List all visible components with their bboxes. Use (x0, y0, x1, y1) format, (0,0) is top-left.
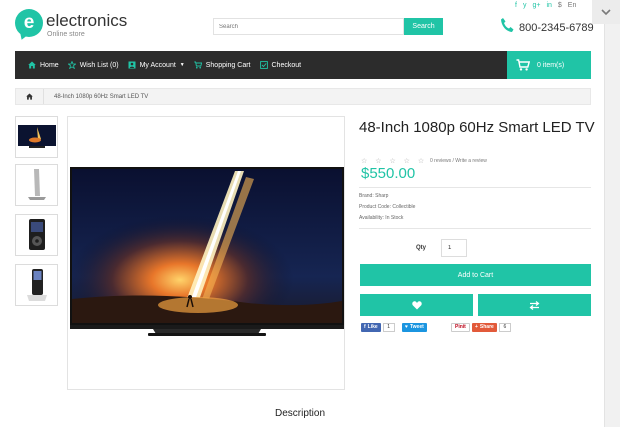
twitter-icon[interactable]: y (523, 2, 527, 9)
thumbnail-ipod[interactable] (15, 214, 58, 256)
language-select[interactable]: En (568, 2, 577, 9)
nav-home-label: Home (40, 61, 59, 69)
heart-icon (411, 300, 422, 309)
logo-tagline: Online store (47, 31, 85, 38)
exchange-icon (529, 300, 540, 310)
divider (359, 187, 591, 188)
facebook-like-button[interactable]: f Like (361, 322, 381, 332)
share-count: 6 (498, 322, 511, 332)
tweet-button[interactable]: ♥ Tweet (402, 322, 427, 332)
divider (359, 228, 591, 229)
main-navbar: Home Wish List (0) My Account ▼ Shopping… (15, 51, 591, 79)
product-availability: Availability: In Stock (359, 215, 404, 221)
product-brand: Brand: Sharp (359, 193, 389, 199)
cart-icon (516, 59, 530, 71)
thumbnail-tv-front[interactable] (15, 116, 58, 158)
linkedin-icon[interactable]: in (546, 2, 551, 9)
site-header: e electronics Online store Search f y g+… (0, 0, 604, 50)
tv-side-thumbnail-image (27, 169, 46, 200)
pinterest-button[interactable]: Pinit (451, 322, 470, 332)
cart-icon (194, 61, 202, 69)
share-widget[interactable]: + Share 6 (472, 322, 511, 332)
search-input[interactable] (213, 18, 404, 35)
star-icon (67, 61, 76, 69)
user-icon (128, 61, 136, 69)
reviews-link[interactable]: 0 reviews / Write a review (430, 158, 487, 164)
header-cart-button[interactable]: 0 item(s) (507, 51, 591, 79)
logo-letter: e (23, 12, 35, 33)
cart-item-count: 0 item(s) (537, 61, 565, 69)
ipod-dock-thumbnail-image (26, 269, 47, 301)
tweet-label: Tweet (409, 324, 424, 330)
tweet-widget[interactable]: ♥ Tweet (402, 322, 427, 332)
phone-number[interactable]: 800-2345-6789 (519, 22, 594, 34)
facebook-like-label: Like (367, 324, 378, 330)
nav-wishlist[interactable]: Wish List (0) (67, 61, 119, 69)
facebook-icon[interactable]: f (515, 2, 517, 9)
nav-checkout[interactable]: Checkout (259, 61, 302, 69)
twitter-icon: ♥ (405, 324, 408, 330)
share-label: Share (479, 324, 494, 330)
checkout-icon (259, 61, 268, 69)
pinterest-label: Pinit (455, 324, 466, 330)
home-icon (28, 61, 36, 69)
nav-shopping-cart-label: Shopping Cart (205, 61, 251, 69)
caret-down-icon: ▼ (179, 62, 185, 68)
breadcrumb-current[interactable]: 48-Inch 1080p 60Hz Smart LED TV (44, 94, 148, 100)
main-product-image[interactable] (67, 116, 345, 390)
share-icon: + (475, 324, 478, 330)
nav-checkout-label: Checkout (271, 61, 302, 69)
nav-wishlist-label: Wish List (0) (79, 61, 119, 69)
breadcrumb-home[interactable] (16, 89, 44, 104)
breadcrumb: 48-Inch 1080p 60Hz Smart LED TV (15, 88, 591, 105)
currency-select[interactable]: $ (558, 2, 562, 9)
product-code: Product Code: Collectible (359, 204, 416, 210)
facebook-icon: f (364, 324, 366, 330)
quantity-input[interactable] (441, 239, 467, 257)
nav-home[interactable]: Home (28, 61, 59, 69)
ipod-thumbnail-image (28, 219, 45, 250)
facebook-like-count: 1 (382, 322, 395, 332)
logo-name[interactable]: electronics (46, 11, 127, 31)
google-plus-icon[interactable]: g+ (532, 2, 540, 9)
thumbnail-tv-side[interactable] (15, 164, 58, 206)
nav-shopping-cart[interactable]: Shopping Cart (194, 61, 251, 69)
top-links: f y g+ in $ En (515, 2, 576, 9)
share-button[interactable]: + Share (472, 322, 497, 332)
description-tab[interactable]: Description (275, 408, 325, 419)
phone-icon (501, 18, 514, 32)
pinterest-widget[interactable]: Pinit (451, 322, 470, 332)
product-price: $550.00 (361, 165, 416, 182)
tv-thumbnail-image (17, 125, 56, 148)
thumbnail-ipod-dock[interactable] (15, 264, 58, 306)
search-button[interactable]: Search (404, 18, 443, 35)
nav-my-account[interactable]: My Account ▼ (128, 61, 185, 69)
tv-product-image (70, 167, 344, 336)
quantity-label: Qty (416, 245, 427, 251)
home-icon (26, 93, 33, 100)
compare-button[interactable] (478, 294, 591, 316)
facebook-like-widget[interactable]: f Like 1 (361, 322, 395, 332)
rating-stars: ☆ ☆ ☆ ☆ ☆ (361, 158, 428, 165)
nav-my-account-label: My Account (139, 61, 176, 69)
scrollbar[interactable] (604, 0, 620, 427)
add-to-cart-button[interactable]: Add to Cart (360, 264, 591, 286)
product-title: 48-Inch 1080p 60Hz Smart LED TV (359, 119, 595, 136)
add-to-wishlist-button[interactable] (360, 294, 473, 316)
